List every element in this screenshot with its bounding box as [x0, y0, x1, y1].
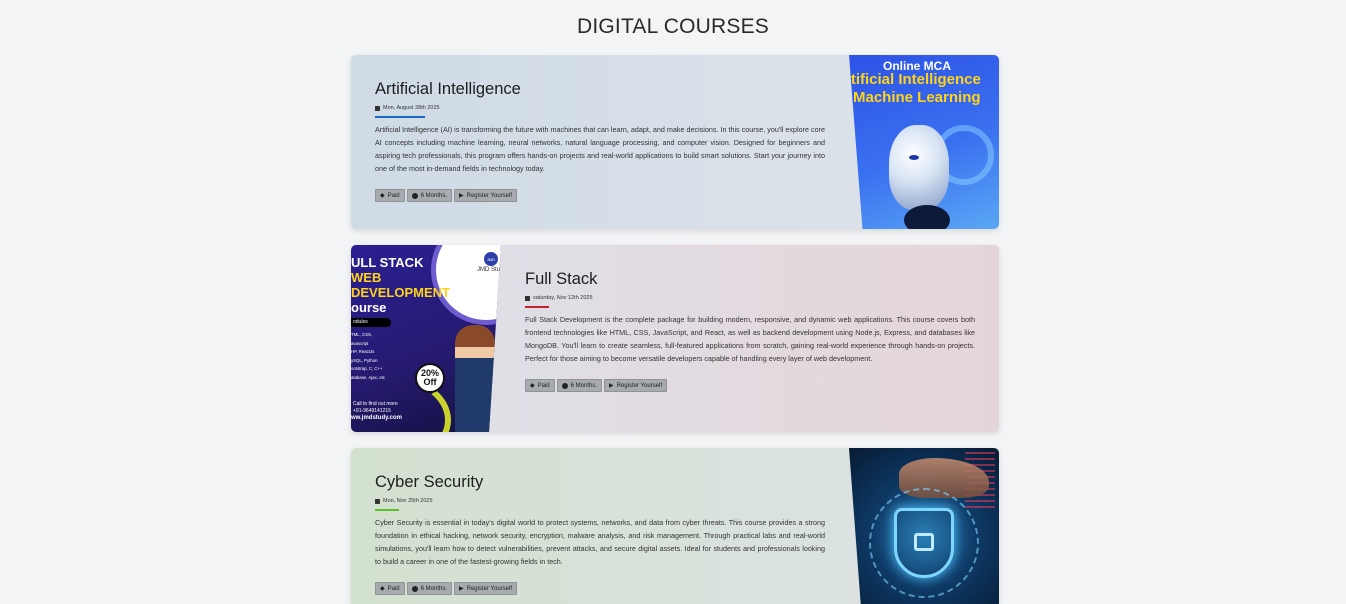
website-text: ww.jmdstudy.com [351, 415, 403, 421]
clock-icon [411, 585, 418, 592]
tag-icon: ◆ [380, 586, 385, 592]
course-image-ai: Online MCA rtificial Intelligence Machin… [849, 55, 999, 229]
course-description: Full Stack Development is the complete p… [525, 315, 975, 363]
price-label: Paid [387, 585, 400, 592]
brand-logo: JMD [484, 252, 498, 266]
play-icon: ▶ [459, 586, 464, 592]
course-tags: ◆ Paid 6 Months. ▶ Register Yourself [375, 582, 825, 595]
robot-base-graphic [904, 205, 950, 229]
image-heading: ULL STACK [351, 255, 424, 270]
course-date-text: Mon, Nov 25th 2025 [383, 498, 433, 504]
course-description: Cyber Security is essential in today's d… [375, 518, 825, 566]
brand-name: JMD Stu [477, 267, 501, 273]
calendar-icon [375, 105, 380, 111]
course-date: Mon, Nov 25th 2025 [375, 498, 825, 504]
course-date-text: saturday, Nov 12th 2025 [533, 295, 593, 301]
register-label: Register Yourself [616, 382, 662, 389]
course-title: Full Stack [525, 270, 598, 288]
page-title: DIGITAL COURSES [576, 15, 770, 38]
title-underline [375, 116, 425, 118]
robot-head-graphic [889, 125, 949, 210]
image-subheading: rtificial Intelligence [849, 71, 981, 88]
course-date-text: Mon, August 28th 2025 [383, 105, 440, 111]
duration-tag: 6 Months. [556, 379, 602, 392]
modules-label: odules [351, 318, 391, 327]
student-graphic [455, 325, 495, 432]
title-underline [375, 509, 399, 511]
course-tags: ◆ Paid 6 Months. ▶ Register Yourself [375, 189, 825, 202]
course-card-fullstack: JMD JMD Stu ULL STACK WEB DEVELOPMENT ou… [351, 245, 999, 432]
duration-label: 6 Months. [420, 585, 447, 592]
course-content: Artificial Intelligence Mon, August 28th… [375, 79, 825, 202]
tag-icon: ◆ [380, 193, 385, 199]
course-image-fullstack: JMD JMD Stu ULL STACK WEB DEVELOPMENT ou… [351, 245, 501, 432]
course-description: Artificial Intelligence (AI) is transfor… [375, 125, 825, 173]
register-button[interactable]: ▶ Register Yourself [604, 379, 667, 392]
duration-label: 6 Months. [570, 382, 597, 389]
play-icon: ▶ [459, 193, 464, 199]
register-label: Register Yourself [466, 192, 512, 199]
robot-eye-graphic [909, 155, 919, 160]
course-title: Artificial Intelligence [375, 80, 521, 98]
title-underline [525, 306, 549, 308]
register-button[interactable]: ▶ Register Yourself [454, 582, 517, 595]
image-heading-3: DEVELOPMENT [351, 285, 450, 300]
price-tag: ◆ Paid [375, 189, 405, 202]
tag-icon: ◆ [530, 383, 535, 389]
price-tag: ◆ Paid [525, 379, 555, 392]
duration-tag: 6 Months. [406, 582, 452, 595]
course-content: Full Stack saturday, Nov 12th 2025 Full … [525, 269, 975, 392]
duration-tag: 6 Months. [406, 189, 452, 202]
modules-list: TML, CSS, avascript HP, ReactJs ySQL, Py… [351, 332, 385, 380]
image-subheading-2: Machine Learning [853, 89, 981, 106]
course-card-cybersecurity: Cyber Security Mon, Nov 25th 2025 Cyber … [351, 448, 999, 604]
course-date: Mon, August 28th 2025 [375, 105, 825, 111]
course-tags: ◆ Paid 6 Months. ▶ Register Yourself [525, 379, 975, 392]
course-title: Cyber Security [375, 473, 484, 491]
duration-label: 6 Months. [420, 192, 447, 199]
image-heading-2: WEB [351, 270, 382, 285]
clock-icon [561, 382, 568, 389]
play-icon: ▶ [609, 383, 614, 389]
lock-icon [914, 533, 934, 551]
register-button[interactable]: ▶ Register Yourself [454, 189, 517, 202]
register-label: Register Yourself [466, 585, 512, 592]
contact-block: Call to find out more +91-9649141215 [353, 401, 398, 415]
course-card-ai: Artificial Intelligence Mon, August 28th… [351, 55, 999, 229]
price-label: Paid [537, 382, 550, 389]
discount-label: Off [423, 377, 437, 387]
course-content: Cyber Security Mon, Nov 25th 2025 Cyber … [375, 472, 825, 595]
price-label: Paid [387, 192, 400, 199]
calendar-icon [375, 498, 380, 504]
course-date: saturday, Nov 12th 2025 [525, 295, 975, 301]
contact-label: Call to find out more [353, 401, 398, 407]
discount-badge: 20% Off [415, 363, 445, 393]
image-heading-4: ourse [351, 300, 387, 315]
course-image-cybersecurity [849, 448, 999, 604]
clock-icon [411, 192, 418, 199]
price-tag: ◆ Paid [375, 582, 405, 595]
contact-phone: +91-9649141215 [353, 408, 391, 414]
calendar-icon [525, 295, 530, 301]
